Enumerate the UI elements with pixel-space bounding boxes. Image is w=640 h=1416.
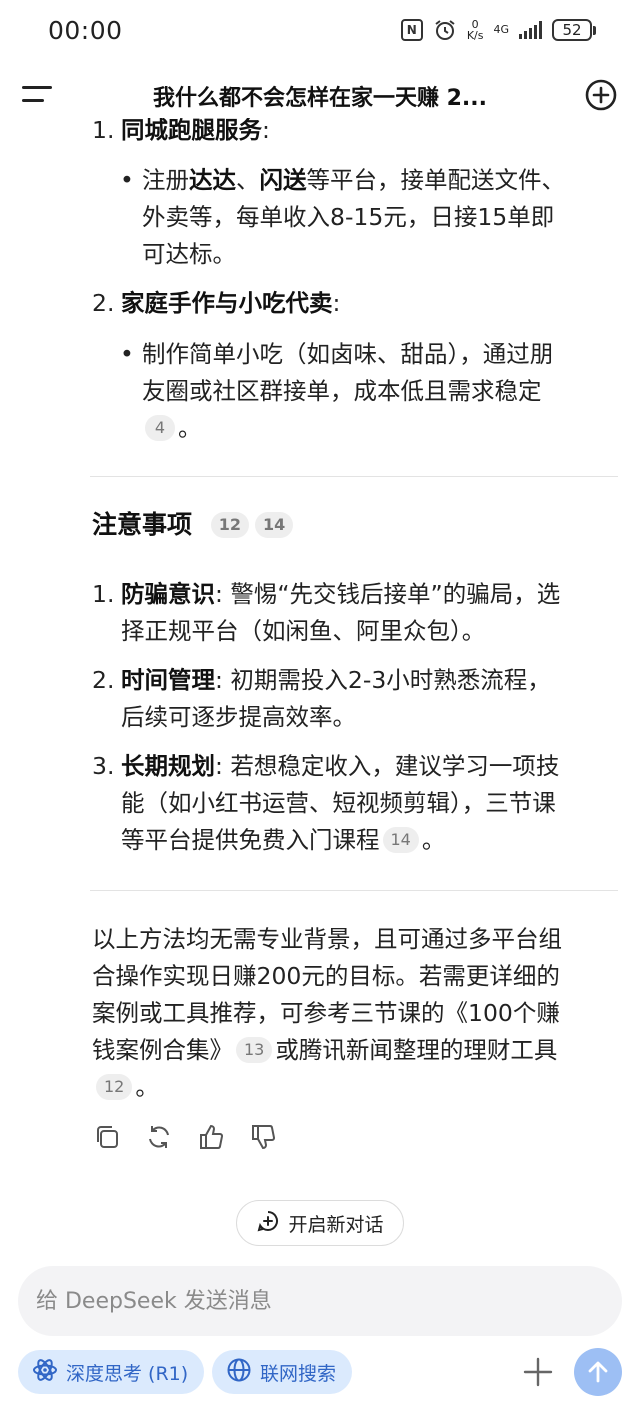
copy-icon[interactable] (92, 1122, 122, 1152)
atom-icon (32, 1357, 58, 1388)
add-chat-icon (256, 1209, 280, 1238)
list-item: 2. 家庭手作与小吃代卖: (92, 289, 341, 317)
status-bar: 00:00 N 0 K/s 4G 52 (0, 0, 640, 62)
citation-badge[interactable]: 12 (210, 512, 249, 538)
refresh-icon[interactable] (144, 1122, 174, 1152)
citation-badge[interactable]: 4 (145, 415, 175, 441)
status-icons: N 0 K/s 4G 52 (400, 18, 596, 42)
attach-plus-icon[interactable] (520, 1354, 556, 1390)
section-heading: 注意事项 12 14 (92, 507, 296, 543)
citation-badge[interactable]: 12 (96, 1074, 133, 1100)
bullet-item: • 注册达达、闪送等平台，接单配送文件、 外卖等，每单收入8-15元，日接15单… (120, 166, 565, 268)
new-conversation-label: 开启新对话 (288, 1213, 384, 1236)
status-time: 00:00 (48, 16, 123, 45)
citation-badge[interactable]: 14 (382, 827, 419, 853)
message-actions (92, 1122, 278, 1152)
network-type: 4G (493, 23, 509, 36)
citation-badge[interactable]: 13 (236, 1037, 273, 1063)
deep-think-toggle[interactable]: 深度思考 (R1) (18, 1350, 205, 1394)
battery-level: 52 (552, 19, 592, 41)
thumbs-up-icon[interactable] (196, 1122, 226, 1152)
list-item: 2. 时间管理: 初期需投入2-3小时熟悉流程， 后续可逐步提高效率。 (92, 666, 551, 731)
summary-paragraph: 以上方法均无需专业背景，且可通过多平台组 合操作实现日赚200元的目标。若需更详… (92, 925, 562, 1101)
top-bar: 我什么都不会怎样在家一天赚 2... (0, 62, 640, 126)
chat-content: 1. 同城跑腿服务: • 注册达达、闪送等平台，接单配送文件、 外卖等，每单收入… (0, 118, 640, 1248)
new-chat-icon[interactable] (584, 78, 618, 112)
message-input-container[interactable] (18, 1266, 622, 1336)
arrow-up-icon (588, 1361, 608, 1383)
net-speed-unit: K/s (466, 29, 484, 42)
list-item: 1. 同城跑腿服务: (92, 118, 270, 144)
send-button[interactable] (574, 1348, 622, 1396)
new-conversation-button[interactable]: 开启新对话 (236, 1200, 404, 1246)
list-item: 1. 防骗意识: 警惕“先交钱后接单”的骗局，选 择正规平台（如闲鱼、阿里众包）… (92, 580, 561, 645)
item-title: 同城跑腿服务 (121, 118, 262, 144)
citation-badge[interactable]: 14 (255, 512, 294, 538)
alarm-icon (433, 18, 457, 42)
divider (90, 890, 618, 891)
composer-toolbar: 深度思考 (R1) 联网搜索 (18, 1348, 622, 1396)
net-speed: 0 K/s (467, 19, 484, 41)
nfc-icon: N (400, 19, 423, 41)
divider (90, 476, 618, 477)
web-search-label: 联网搜索 (260, 1362, 337, 1385)
menu-icon[interactable] (22, 82, 56, 108)
thumbs-down-icon[interactable] (248, 1122, 278, 1152)
list-item: 3. 长期规划: 若想稳定收入，建议学习一项技 能（如小红书运营、短视频剪辑），… (92, 752, 560, 854)
item-title: 家庭手作与小吃代卖 (121, 289, 333, 317)
signal-icon (519, 21, 542, 39)
globe-icon (226, 1357, 252, 1388)
web-search-toggle[interactable]: 联网搜索 (212, 1350, 353, 1394)
chat-title: 我什么都不会怎样在家一天赚 2... (152, 86, 488, 111)
deep-think-label: 深度思考 (R1) (66, 1362, 189, 1385)
message-input[interactable] (36, 1288, 622, 1314)
battery-icon: 52 (552, 19, 596, 41)
bullet-item: • 制作简单小吃（如卤味、甜品），通过朋 友圈或社区群接单，成本低且需求稳定 4… (120, 340, 554, 442)
